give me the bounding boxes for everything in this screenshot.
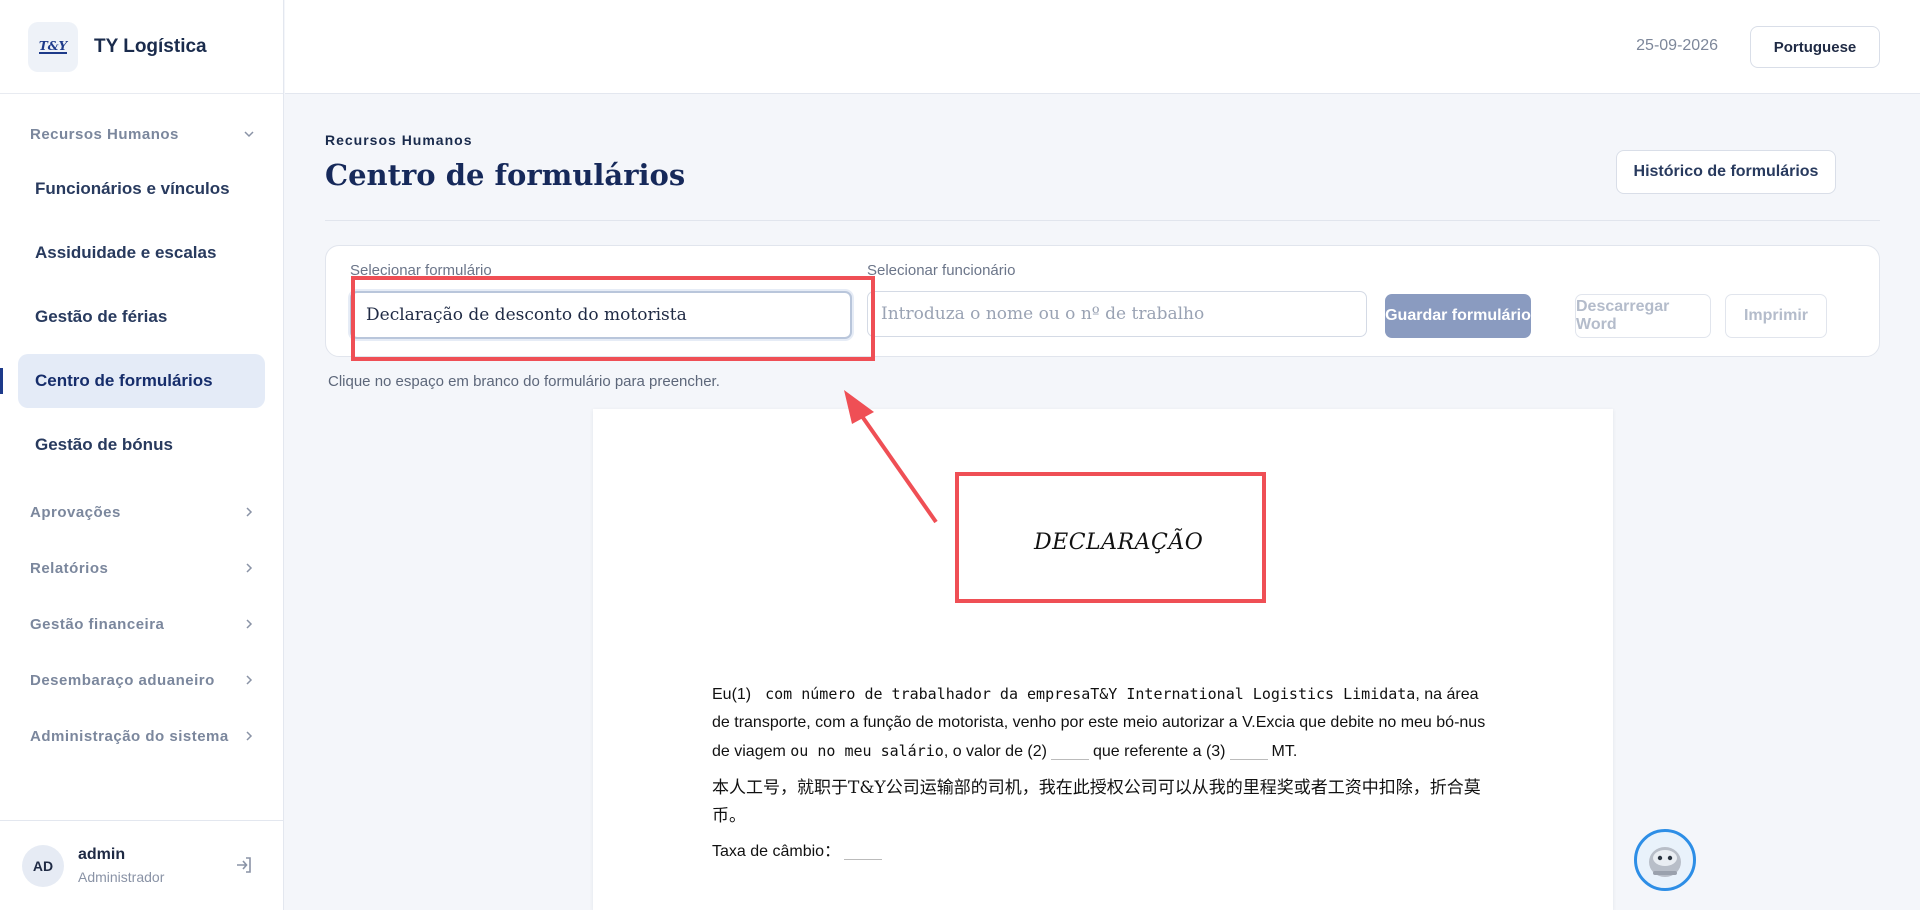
divider: [325, 220, 1880, 221]
blank-field-exchange-rate[interactable]: [844, 842, 883, 860]
brand-name: TY Logística: [94, 35, 207, 57]
assistant-bot-icon[interactable]: [1634, 829, 1696, 891]
sidebar-nav: Recursos Humanos Funcionários e vínculos…: [0, 94, 283, 764]
nav-group-relatorios[interactable]: Relatórios: [0, 540, 283, 596]
document-paragraph-cn: 本人工号，就职于T&Y公司运输部的司机，我在此授权公司可以从我的里程奖或者工资中…: [712, 778, 1481, 826]
nav-group-label: Administração do sistema: [30, 727, 229, 745]
annotation-highlight-form-select: [351, 276, 875, 361]
nav-group-recursos-humanos[interactable]: Recursos Humanos: [0, 112, 283, 156]
annotation-arrow-icon: [844, 390, 938, 524]
chevron-right-icon: [241, 504, 257, 520]
nav-group-label: Relatórios: [30, 559, 109, 577]
document-heading: DECLARAÇÃO: [1034, 530, 1204, 555]
sidebar-item-ferias[interactable]: Gestão de férias: [18, 290, 265, 344]
document-paragraph-pt[interactable]: Eu(1) com número de trabalhador da empres…: [712, 680, 1492, 766]
nav-group-label: Gestão financeira: [30, 615, 165, 633]
form-history-button[interactable]: Histórico de formulários: [1616, 150, 1836, 194]
sidebar-item-centro-formularios[interactable]: Centro de formulários: [0, 354, 265, 408]
print-button[interactable]: Imprimir: [1725, 294, 1827, 338]
avatar[interactable]: AD: [22, 844, 64, 887]
nav-group-label: Desembaraço aduaneiro: [30, 671, 215, 689]
nav-group-label: Aprovações: [30, 503, 121, 521]
logout-icon[interactable]: [234, 855, 256, 877]
nav-group-gestao-financeira[interactable]: Gestão financeira: [0, 596, 283, 652]
sidebar-item-bonus[interactable]: Gestão de bónus: [18, 418, 265, 472]
sidebar-item-label: Centro de formulários: [35, 371, 213, 390]
sidebar-item-label: Gestão de férias: [35, 307, 168, 326]
user-role: Administrador: [78, 869, 165, 885]
chevron-down-icon: [241, 126, 257, 142]
nav-group-administracao-sistema[interactable]: Administração do sistema: [0, 708, 283, 764]
sidebar-item-funcionarios[interactable]: Funcionários e vínculos: [18, 162, 265, 216]
exchange-rate-line: Taxa de câmbio：: [712, 838, 1492, 866]
fill-hint: Clique no espaço em branco do formulário…: [328, 373, 720, 390]
current-date: 25-09-2026: [1636, 37, 1718, 54]
user-panel: AD admin Administrador: [0, 820, 284, 910]
chevron-right-icon: [241, 616, 257, 632]
nav-group-desembaraco-aduaneiro[interactable]: Desembaraço aduaneiro: [0, 652, 283, 708]
download-word-button[interactable]: Descarregar Word: [1575, 294, 1711, 338]
sidebar-item-label: Gestão de bónus: [35, 435, 173, 454]
breadcrumb: Recursos Humanos: [325, 132, 473, 148]
nav-group-aprovacoes[interactable]: Aprovações: [0, 484, 283, 540]
employee-search-input[interactable]: Introduza o nome ou o nº de trabalho: [867, 291, 1367, 337]
topbar: 25-09-2026 Portuguese: [285, 0, 1920, 94]
chevron-right-icon: [241, 560, 257, 576]
blank-field-reference[interactable]: [1229, 742, 1268, 760]
nav-group-label: Recursos Humanos: [30, 125, 179, 143]
chevron-right-icon: [241, 672, 257, 688]
chevron-right-icon: [241, 728, 257, 744]
document-body: Eu(1) com número de trabalhador da empres…: [712, 680, 1492, 874]
select-employee-label: Selecionar funcionário: [867, 262, 1016, 279]
user-name: admin: [78, 846, 126, 863]
page-title: Centro de formulários: [325, 158, 686, 192]
language-button[interactable]: Portuguese: [1750, 26, 1880, 68]
sidebar: T&Y TY Logística Recursos Humanos Funcio…: [0, 0, 284, 910]
sidebar-item-label: Funcionários e vínculos: [35, 179, 230, 198]
company-logo: T&Y: [28, 21, 78, 72]
blank-field-value[interactable]: [1050, 742, 1089, 760]
brand[interactable]: T&Y TY Logística: [0, 0, 283, 94]
sidebar-item-assiduidade[interactable]: Assiduidade e escalas: [18, 226, 265, 280]
sidebar-item-label: Assiduidade e escalas: [35, 243, 217, 262]
save-form-button[interactable]: Guardar formulário: [1385, 294, 1531, 338]
